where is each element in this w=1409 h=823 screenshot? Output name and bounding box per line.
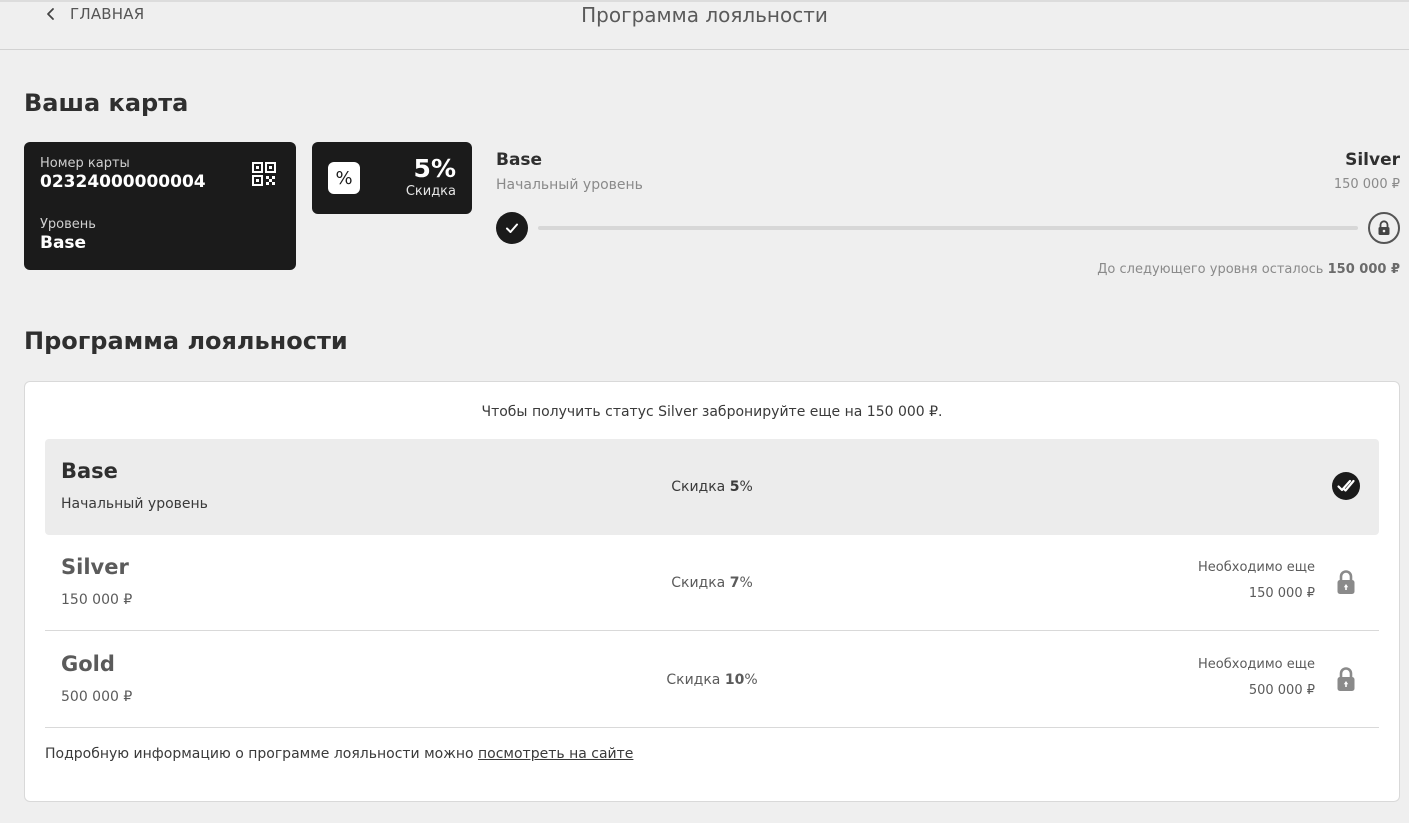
level-need: Необходимо еще 500 000 ₽	[1198, 652, 1315, 704]
level-row-gold: Gold 500 000 ₽ Скидка 10% Необходимо еще…	[45, 632, 1379, 728]
need-value: 500 000 ₽	[1248, 683, 1315, 698]
level-sub: 150 000 ₽	[61, 592, 133, 608]
lock-icon	[1337, 667, 1355, 691]
current-level-sub: Начальный уровень	[496, 177, 643, 193]
program-footer-note: Подробную информацию о программе лояльно…	[45, 746, 633, 762]
qr-code-icon[interactable]	[252, 162, 276, 186]
discount-number: 5	[729, 479, 740, 495]
next-level-amount: 150 000 ₽	[1333, 177, 1400, 192]
discount-unit: %	[739, 479, 753, 495]
discount-unit: %	[739, 575, 753, 591]
progress-track	[538, 226, 1358, 230]
website-link[interactable]: посмотреть на сайте	[478, 746, 633, 762]
discount-card: % 5% Скидка	[312, 142, 472, 214]
discount-label: Скидка	[671, 479, 730, 495]
double-check-icon	[1332, 472, 1360, 500]
discount-label: Скидка	[666, 672, 725, 688]
lock-icon	[1337, 570, 1355, 594]
card-number: 02324000000004	[40, 172, 206, 192]
discount-unit: %	[744, 672, 758, 688]
program-section-title: Программа лояльности	[24, 327, 348, 355]
card-level: Base	[40, 233, 87, 253]
level-row-silver: Silver 150 000 ₽ Скидка 7% Необходимо ещ…	[45, 535, 1379, 631]
level-row-base: Base Начальный уровень Скидка 5%	[45, 439, 1379, 535]
percent-icon: %	[328, 162, 360, 194]
discount-number: 10	[724, 672, 745, 688]
loyalty-card: Номер карты 02324000000004 Уровень Base	[24, 142, 296, 270]
card-number-label: Номер карты	[40, 156, 130, 171]
discount-number: 7	[729, 575, 740, 591]
need-value: 150 000 ₽	[1248, 586, 1315, 601]
remaining-value: 150 000 ₽	[1327, 262, 1400, 277]
card-level-label: Уровень	[40, 217, 96, 232]
program-panel: Чтобы получить статус Silver забронируйт…	[24, 381, 1400, 802]
need-label: Необходимо еще	[1198, 657, 1315, 672]
level-need: Необходимо еще 150 000 ₽	[1198, 555, 1315, 607]
remaining-text: До следующего уровня осталось	[1097, 262, 1324, 277]
program-hint: Чтобы получить статус Silver забронируйт…	[481, 404, 943, 420]
top-bar: ГЛАВНАЯ Программа лояльности	[0, 0, 1409, 50]
discount-value: 5%	[413, 154, 456, 183]
check-icon	[496, 212, 528, 244]
footer-text: Подробную информацию о программе лояльно…	[45, 746, 479, 762]
need-label: Необходимо еще	[1198, 560, 1315, 575]
discount-label: Скидка	[405, 184, 456, 199]
discount-label: Скидка	[671, 575, 730, 591]
level-discount: Скидка 5%	[45, 479, 1379, 495]
next-level-name: Silver	[1345, 150, 1400, 170]
level-sub: Начальный уровень	[61, 496, 208, 512]
card-section-title: Ваша карта	[24, 89, 189, 117]
lock-icon	[1368, 212, 1400, 244]
level-discount: Скидка 10%	[45, 672, 1379, 688]
remaining-to-next-level: До следующего уровня осталось 150 000 ₽	[1097, 262, 1400, 277]
level-discount: Скидка 7%	[45, 575, 1379, 591]
level-sub: 500 000 ₽	[61, 689, 133, 705]
page-title: Программа лояльности	[581, 3, 828, 27]
current-level-name: Base	[496, 150, 543, 170]
